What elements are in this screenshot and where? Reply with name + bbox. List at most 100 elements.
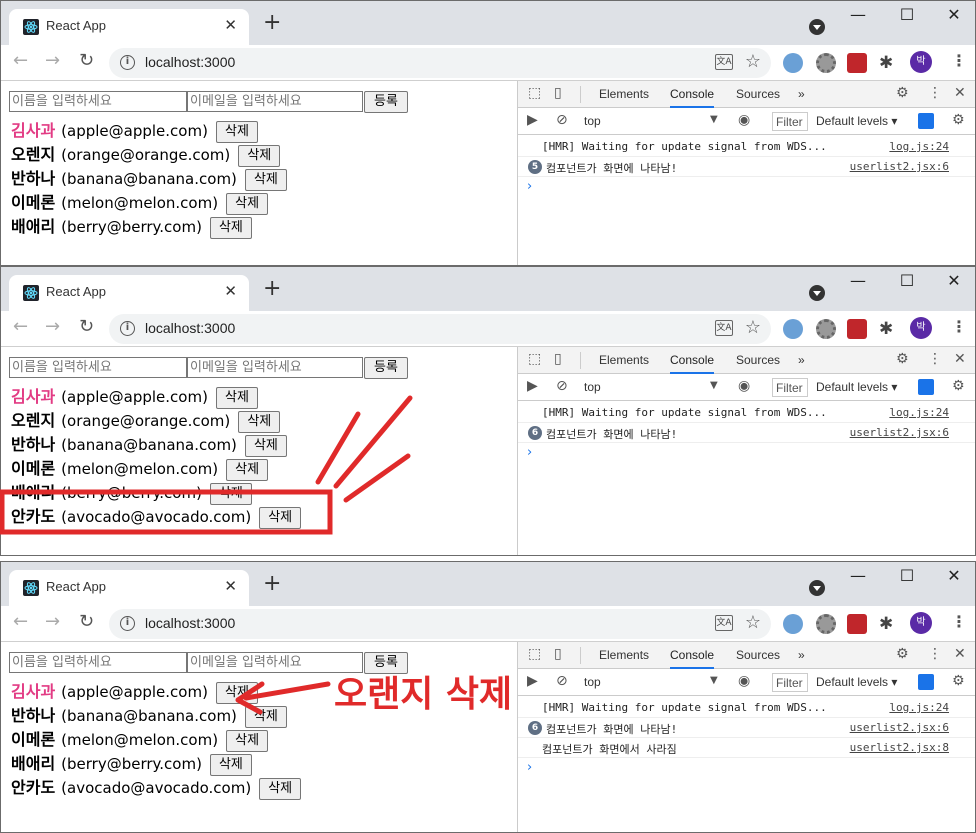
forward-arrow-icon[interactable]: →	[45, 611, 60, 632]
name-input[interactable]	[9, 652, 187, 673]
minimize-button[interactable]: —	[843, 566, 873, 585]
info-icon[interactable]: i	[120, 55, 135, 70]
tab-console[interactable]: Console	[670, 87, 715, 108]
console-prompt[interactable]: ›	[527, 179, 532, 194]
tab-console[interactable]: Console	[670, 648, 715, 669]
source-link[interactable]: userlist2.jsx:6	[850, 160, 949, 173]
inspect-element-icon[interactable]: ⬚	[528, 351, 541, 367]
more-tabs-icon[interactable]: »	[798, 87, 805, 101]
sidebar-toggle-icon[interactable]: ▶	[527, 112, 538, 128]
chevron-down-icon[interactable]: ▼	[710, 114, 718, 125]
settings-gear-icon[interactable]: ⚙	[896, 85, 909, 101]
delete-button[interactable]: 삭제	[259, 507, 302, 529]
clear-console-icon[interactable]: ⊘	[556, 112, 568, 128]
browser-menu-icon[interactable]: ⋮	[951, 612, 967, 631]
translate-icon[interactable]: 文A	[715, 54, 733, 70]
log-levels-dropdown[interactable]: Default levels ▾	[816, 675, 897, 689]
device-toolbar-icon[interactable]: ▯	[554, 351, 562, 367]
chevron-down-icon[interactable]: ▼	[710, 380, 718, 391]
browser-tab[interactable]: React App ✕	[9, 9, 249, 45]
extensions-puzzle-icon[interactable]: ✱	[879, 614, 899, 634]
settings-gear-icon[interactable]: ⚙	[896, 351, 909, 367]
forward-arrow-icon[interactable]: →	[45, 316, 60, 337]
more-tabs-icon[interactable]: »	[798, 353, 805, 367]
url-text[interactable]: localhost:3000	[145, 54, 235, 70]
tab-search-icon[interactable]	[809, 285, 825, 301]
name-input[interactable]	[9, 357, 187, 378]
delete-button[interactable]: 삭제	[244, 435, 287, 457]
chevron-down-icon[interactable]: ▼	[710, 675, 718, 686]
delete-button[interactable]: 삭제	[215, 387, 258, 409]
eye-icon[interactable]: ◉	[738, 112, 750, 128]
source-link[interactable]: log.js:24	[889, 701, 949, 714]
close-window-button[interactable]: ✕	[939, 271, 969, 290]
more-tabs-icon[interactable]: »	[798, 648, 805, 662]
filter-input[interactable]: Filter	[772, 673, 808, 692]
back-arrow-icon[interactable]: ←	[13, 611, 28, 632]
console-prompt[interactable]: ›	[527, 445, 532, 460]
tab-sources[interactable]: Sources	[736, 648, 780, 662]
eye-icon[interactable]: ◉	[738, 673, 750, 689]
eye-icon[interactable]: ◉	[738, 378, 750, 394]
user-name[interactable]: 이메론	[11, 730, 55, 749]
sidebar-toggle-icon[interactable]: ▶	[527, 673, 538, 689]
user-name[interactable]: 배애리	[11, 483, 55, 502]
address-bar[interactable]: i localhost:3000 文A ☆	[109, 314, 771, 344]
register-button[interactable]: 등록	[364, 357, 408, 379]
bookmark-star-icon[interactable]: ☆	[745, 317, 761, 338]
address-bar[interactable]: i localhost:3000 文A ☆	[109, 609, 771, 639]
extension-icon[interactable]	[783, 319, 803, 339]
inspect-element-icon[interactable]: ⬚	[528, 85, 541, 101]
clear-console-icon[interactable]: ⊘	[556, 378, 568, 394]
extension-bug-icon[interactable]	[847, 53, 867, 73]
context-selector[interactable]: top	[584, 114, 601, 128]
new-tab-button[interactable]: +	[263, 278, 281, 300]
close-devtools-icon[interactable]: ✕	[954, 85, 966, 101]
user-name[interactable]: 반하나	[11, 706, 55, 725]
translate-icon[interactable]: 文A	[715, 615, 733, 631]
context-selector[interactable]: top	[584, 675, 601, 689]
tab-close-icon[interactable]: ✕	[224, 282, 237, 300]
extension-gear-icon[interactable]	[816, 53, 836, 73]
info-icon[interactable]: i	[120, 616, 135, 631]
extensions-puzzle-icon[interactable]: ✱	[879, 319, 899, 339]
user-name[interactable]: 이메론	[11, 459, 55, 478]
email-input[interactable]	[187, 357, 363, 378]
close-window-button[interactable]: ✕	[939, 566, 969, 585]
delete-button[interactable]: 삭제	[226, 193, 269, 215]
name-input[interactable]	[9, 91, 187, 112]
reload-icon[interactable]: ↻	[79, 316, 94, 337]
translate-icon[interactable]: 文A	[715, 320, 733, 336]
source-link[interactable]: userlist2.jsx:8	[850, 741, 949, 754]
devtools-menu-icon[interactable]: ⋮	[928, 351, 942, 367]
back-arrow-icon[interactable]: ←	[13, 316, 28, 337]
delete-button[interactable]: 삭제	[209, 217, 252, 239]
devtools-menu-icon[interactable]: ⋮	[928, 85, 942, 101]
bookmark-star-icon[interactable]: ☆	[745, 612, 761, 633]
user-name[interactable]: 오렌지	[11, 145, 55, 164]
user-name[interactable]: 이메론	[11, 193, 55, 212]
bookmark-star-icon[interactable]: ☆	[745, 51, 761, 72]
source-link[interactable]: log.js:24	[889, 140, 949, 153]
user-name[interactable]: 안카도	[11, 507, 55, 526]
tab-sources[interactable]: Sources	[736, 353, 780, 367]
console-settings-icon[interactable]: ⚙	[952, 378, 965, 394]
inspect-element-icon[interactable]: ⬚	[528, 646, 541, 662]
filter-input[interactable]: Filter	[772, 378, 808, 397]
url-text[interactable]: localhost:3000	[145, 320, 235, 336]
tab-close-icon[interactable]: ✕	[224, 16, 237, 34]
minimize-button[interactable]: —	[843, 5, 873, 24]
tab-console[interactable]: Console	[670, 353, 715, 374]
source-link[interactable]: log.js:24	[889, 406, 949, 419]
tab-elements[interactable]: Elements	[599, 353, 649, 367]
devtools-menu-icon[interactable]: ⋮	[928, 646, 942, 662]
new-tab-button[interactable]: +	[263, 12, 281, 34]
close-window-button[interactable]: ✕	[939, 5, 969, 24]
sidebar-toggle-icon[interactable]: ▶	[527, 378, 538, 394]
delete-button[interactable]: 삭제	[238, 145, 281, 167]
maximize-button[interactable]: ☐	[892, 5, 922, 24]
context-selector[interactable]: top	[584, 380, 601, 394]
tab-search-icon[interactable]	[809, 19, 825, 35]
extension-icon[interactable]	[783, 53, 803, 73]
browser-menu-icon[interactable]: ⋮	[951, 51, 967, 70]
